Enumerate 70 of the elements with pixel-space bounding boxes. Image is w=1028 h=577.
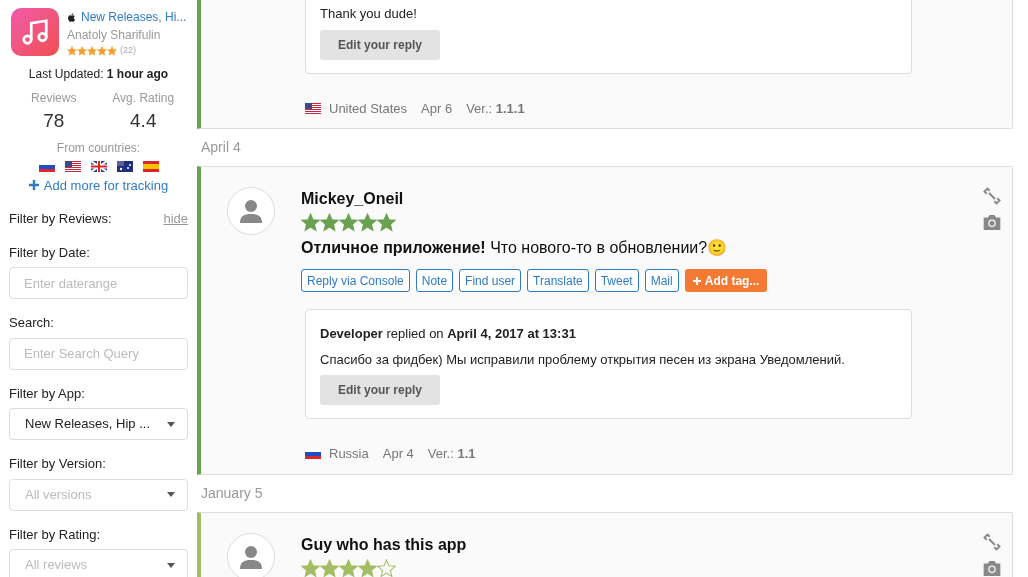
action-button[interactable]: Note xyxy=(415,269,454,292)
link-icon xyxy=(983,187,1001,205)
action-button[interactable]: Translate xyxy=(527,269,589,292)
filled-star-icon xyxy=(339,213,358,232)
music-note-icon xyxy=(20,17,50,47)
filter-input[interactable]: Enter Search Query xyxy=(9,337,188,370)
edit-reply-button[interactable]: Edit your reply xyxy=(320,375,441,405)
caret-icon xyxy=(167,562,175,568)
app-name-link[interactable]: New Releases, Hi... xyxy=(81,8,187,26)
rating-count: (22) xyxy=(120,44,136,57)
version-text: Ver.: 1.1.1 xyxy=(466,99,525,118)
plus-icon xyxy=(28,180,39,191)
filled-star-icon xyxy=(67,45,77,56)
filled-star-icon xyxy=(301,558,320,577)
add-tracking-link[interactable]: Add more for tracking xyxy=(9,175,188,195)
developer-name: Anatoly Sharifulin xyxy=(67,27,162,44)
review-date: Apr 6 xyxy=(421,99,453,118)
stat-label: Reviews xyxy=(31,89,77,107)
stat-label: Avg. Rating xyxy=(112,89,175,107)
plus-icon xyxy=(692,276,701,285)
version-text: Ver.: 1.1 xyxy=(427,445,476,463)
edit-reply-button[interactable]: Edit your reply xyxy=(320,29,441,60)
filled-star-icon xyxy=(301,213,320,232)
hide-link[interactable]: hide xyxy=(163,209,188,229)
add-tag-button[interactable]: Add tag... xyxy=(684,269,768,292)
filled-star-icon xyxy=(339,558,358,577)
last-updated-text: Last Updated: 1 hour ago xyxy=(27,65,170,83)
action-button[interactable]: Find user xyxy=(459,269,522,292)
filled-star-icon xyxy=(358,558,377,577)
stat-value: 4.4 xyxy=(130,108,157,133)
filled-star-icon xyxy=(97,45,107,56)
filled-star-icon xyxy=(87,45,97,56)
date-heading: January 5 xyxy=(200,483,264,503)
filter-label: Search: xyxy=(9,314,55,332)
reply-text: Спасибо за фидбек) Мы исправили проблему открытия песен из экрана Уведомлений. xyxy=(320,350,846,369)
filled-star-icon xyxy=(77,45,87,56)
country-name: United States xyxy=(329,99,408,118)
link-icon xyxy=(983,532,1001,551)
person-icon xyxy=(240,199,262,223)
filled-star-icon xyxy=(107,45,117,56)
filter-label: Filter by Date: xyxy=(9,243,91,262)
filled-star-icon xyxy=(320,213,339,232)
filter-select[interactable]: New Releases, Hip ... xyxy=(9,408,188,440)
camera-icon xyxy=(982,214,1002,231)
country-name: Russia xyxy=(329,445,369,463)
filter-label: Filter by App: xyxy=(9,384,86,403)
reply-header: Developer replied on April 4, 2017 at 13:31 xyxy=(320,325,577,343)
review-date: Apr 4 xyxy=(382,445,414,463)
filled-star-icon xyxy=(377,213,396,232)
filter-input[interactable]: Enter daterange xyxy=(9,267,188,299)
filter-title: Filter by Reviews: xyxy=(9,210,112,228)
filled-star-icon xyxy=(320,558,339,577)
action-button[interactable]: Reply via Console xyxy=(301,269,410,292)
review-text: Отличное приложение! Что нового-то в обновлении?🙂 xyxy=(301,238,729,258)
add-tracking-text[interactable]: Add more for tracking xyxy=(43,175,169,195)
action-button[interactable]: Tweet xyxy=(594,269,639,292)
stat-value: 78 xyxy=(43,108,65,133)
filter-label: Filter by Rating: xyxy=(9,525,102,544)
caret-icon xyxy=(167,492,175,497)
reviewer-name: Guy who has this app xyxy=(301,534,467,555)
countries-label: From countries: xyxy=(55,139,142,157)
caret-icon xyxy=(167,421,175,427)
action-button[interactable]: Mail xyxy=(644,269,679,292)
date-heading: April 4 xyxy=(200,138,242,157)
apple-logo-icon xyxy=(67,11,77,23)
filled-star-icon xyxy=(358,213,377,232)
reply-text: Thank you dude! xyxy=(320,5,418,23)
reviewer-name: Mickey_Oneil xyxy=(301,189,405,209)
filter-label: Filter by Version: xyxy=(9,455,107,473)
person-icon xyxy=(240,544,262,569)
